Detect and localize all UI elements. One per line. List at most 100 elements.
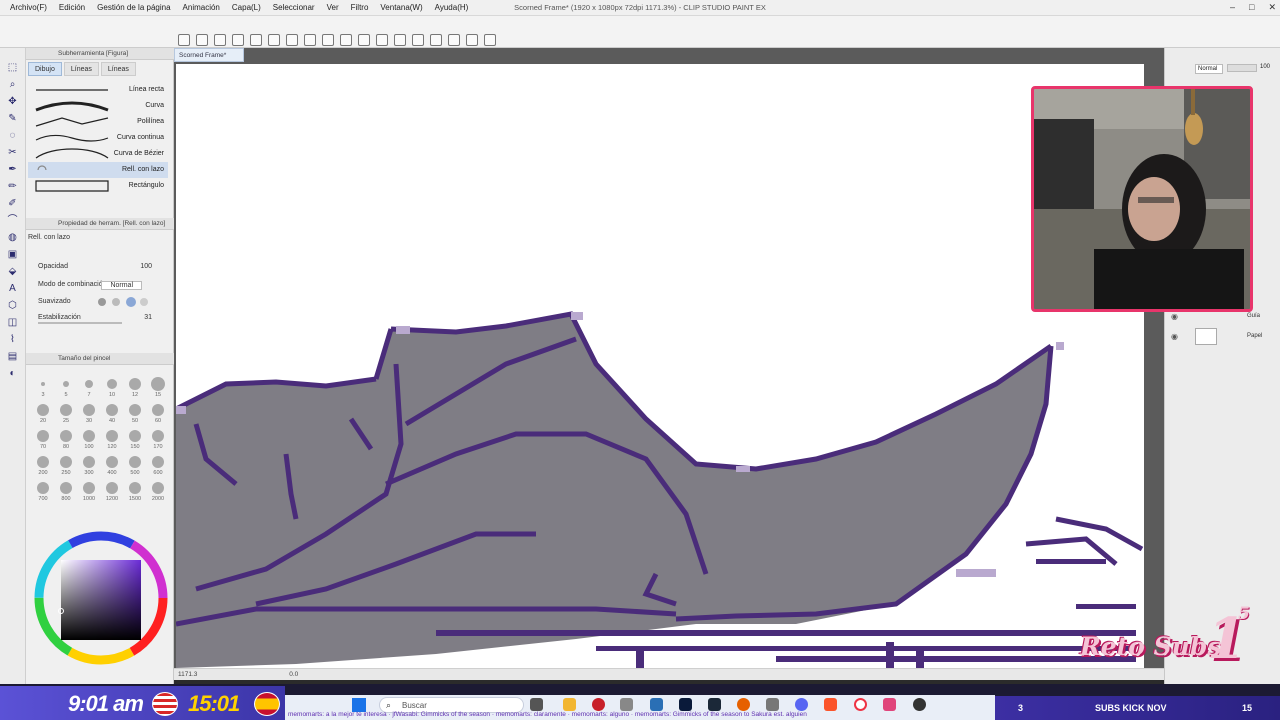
- brush-size-preset[interactable]: 300: [78, 454, 100, 479]
- brush-size-preset[interactable]: 250: [55, 454, 77, 479]
- menu-item[interactable]: Seleccionar: [267, 3, 321, 12]
- color-wheel[interactable]: [30, 528, 172, 668]
- clip-studio-icon[interactable]: [883, 698, 896, 711]
- firefox-icon[interactable]: [737, 698, 750, 711]
- tool-icon[interactable]: ✐: [6, 198, 19, 210]
- artboard[interactable]: [176, 64, 1144, 668]
- layer-opacity-slider[interactable]: [1227, 64, 1257, 72]
- tool-icon[interactable]: ◐: [6, 368, 19, 380]
- brush-size-preset[interactable]: 400: [101, 454, 123, 479]
- subtool-item[interactable]: Línea recta: [28, 82, 168, 98]
- angle-readout[interactable]: 0.0: [289, 671, 298, 678]
- command-icon[interactable]: [466, 34, 478, 46]
- smoothing-none-icon[interactable]: [98, 298, 106, 306]
- color-wheel-panel[interactable]: [30, 528, 172, 668]
- brush-size-preset[interactable]: 1500: [124, 480, 146, 505]
- photoshop-icon[interactable]: [679, 698, 692, 711]
- brush-size-preset[interactable]: 150: [124, 428, 146, 453]
- tab-lineas[interactable]: Líneas: [63, 62, 99, 76]
- brush-size-preset[interactable]: 10: [101, 376, 123, 401]
- brush-size-preset[interactable]: 120: [101, 428, 123, 453]
- smoothing-weak-icon[interactable]: [112, 298, 120, 306]
- store-icon[interactable]: [650, 698, 663, 711]
- brush-size-preset[interactable]: 170: [147, 428, 169, 453]
- brush-size-preset[interactable]: 40: [101, 402, 123, 427]
- brush-size-preset[interactable]: 1200: [101, 480, 123, 505]
- subtool-item[interactable]: Polilínea: [28, 114, 168, 130]
- brush-size-preset[interactable]: 100: [78, 428, 100, 453]
- github-icon[interactable]: [913, 698, 926, 711]
- brush-size-preset[interactable]: 600: [147, 454, 169, 479]
- brush-size-preset[interactable]: 3: [32, 376, 54, 401]
- windows-start-icon[interactable]: [352, 698, 366, 712]
- menu-item[interactable]: Ventana(W): [374, 3, 428, 12]
- tool-icon[interactable]: A: [6, 283, 19, 295]
- layer-row-papel[interactable]: ◉ Papel: [1165, 326, 1280, 348]
- tool-icon[interactable]: ⬚: [6, 62, 19, 74]
- minimize-icon[interactable]: –: [1230, 2, 1235, 13]
- brush-size-preset[interactable]: 70: [32, 428, 54, 453]
- tool-icon[interactable]: ✎: [6, 113, 19, 125]
- tool-icon[interactable]: ⬙: [6, 266, 19, 278]
- app-icon-2[interactable]: [766, 698, 779, 711]
- brush-size-preset[interactable]: 5: [55, 376, 77, 401]
- command-icon[interactable]: [268, 34, 280, 46]
- tab-dibujo[interactable]: Dibujo: [28, 62, 62, 76]
- tool-icon[interactable]: ⌒: [6, 215, 19, 227]
- brush-size-preset[interactable]: 700: [32, 480, 54, 505]
- smoothing-strong-icon[interactable]: [140, 298, 148, 306]
- menu-item[interactable]: Animación: [177, 3, 226, 12]
- command-icon[interactable]: [196, 34, 208, 46]
- tool-icon[interactable]: ✏: [6, 181, 19, 193]
- menu-item[interactable]: Edición: [53, 3, 91, 12]
- smoothing-medium-icon[interactable]: [126, 297, 136, 307]
- brush-size-preset[interactable]: 7: [78, 376, 100, 401]
- subtool-item[interactable]: Curva continua: [28, 130, 168, 146]
- discord-icon[interactable]: [795, 698, 808, 711]
- obs-icon[interactable]: [854, 698, 867, 711]
- blend-mode-select[interactable]: Normal: [101, 281, 142, 290]
- eye-icon[interactable]: ◉: [1171, 312, 1178, 321]
- brush-size-preset[interactable]: 60: [147, 402, 169, 427]
- brush-size-preset[interactable]: 25: [55, 402, 77, 427]
- command-icon[interactable]: [430, 34, 442, 46]
- tool-icon[interactable]: ✥: [6, 96, 19, 108]
- menu-item[interactable]: Ayuda(H): [429, 3, 475, 12]
- menu-item[interactable]: Gestión de la página: [91, 3, 176, 12]
- blend-mode-row[interactable]: Modo de combinación Normal: [34, 278, 164, 292]
- tool-icon[interactable]: ✒: [6, 164, 19, 176]
- drawing-canvas[interactable]: [176, 64, 1144, 668]
- file-explorer-icon[interactable]: [563, 698, 576, 711]
- tool-icon[interactable]: ⬡: [6, 300, 19, 312]
- brush-size-preset[interactable]: 1000: [78, 480, 100, 505]
- command-icon[interactable]: [304, 34, 316, 46]
- chrome-icon[interactable]: [592, 698, 605, 711]
- tool-icon[interactable]: ◫: [6, 317, 19, 329]
- command-icon[interactable]: [376, 34, 388, 46]
- tool-icon[interactable]: ◍: [6, 232, 19, 244]
- command-icon[interactable]: [484, 34, 496, 46]
- maximize-icon[interactable]: □: [1249, 2, 1254, 13]
- brush-size-preset[interactable]: 200: [32, 454, 54, 479]
- layer-opacity-value[interactable]: 100: [1260, 64, 1270, 70]
- brush-size-preset[interactable]: 30: [78, 402, 100, 427]
- brush-size-preset[interactable]: 800: [55, 480, 77, 505]
- document-tab[interactable]: Scorned Frame*: [174, 48, 244, 62]
- steam-icon[interactable]: [708, 698, 721, 711]
- tab-lineas-2[interactable]: Líneas: [100, 62, 136, 76]
- brush-size-preset[interactable]: 20: [32, 402, 54, 427]
- subtool-item[interactable]: Rell. con lazo: [28, 162, 168, 178]
- tool-icon[interactable]: ✂: [6, 147, 19, 159]
- command-icon[interactable]: [358, 34, 370, 46]
- layer-blend-mode[interactable]: Normal: [1195, 64, 1223, 74]
- subtool-item[interactable]: Curva: [28, 98, 168, 114]
- stabilization-row[interactable]: Estabilización 31: [34, 311, 164, 325]
- command-icon[interactable]: [232, 34, 244, 46]
- eye-icon[interactable]: ◉: [1171, 332, 1178, 341]
- tool-icon[interactable]: ▣: [6, 249, 19, 261]
- brush-size-preset[interactable]: 500: [124, 454, 146, 479]
- stabilization-value[interactable]: 31: [144, 314, 152, 321]
- menu-item[interactable]: Ver: [321, 3, 345, 12]
- subtool-item[interactable]: Rectángulo: [28, 178, 168, 194]
- subtool-item[interactable]: Curva de Bézier: [28, 146, 168, 162]
